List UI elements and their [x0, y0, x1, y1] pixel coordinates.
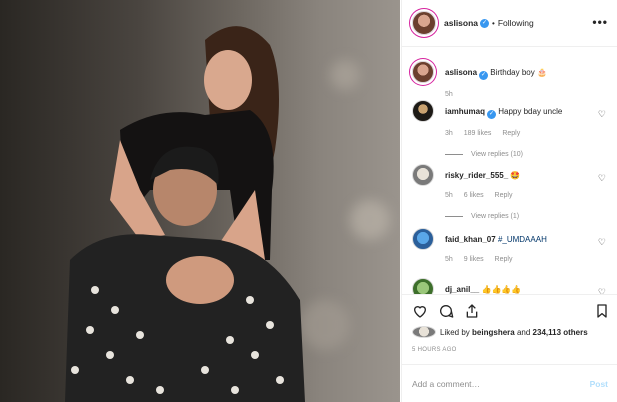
post-header: aslisona ✓ • Following •••: [402, 0, 617, 47]
comment-likes[interactable]: 6 likes: [464, 192, 484, 199]
likes-joiner: and: [516, 327, 531, 337]
add-comment-bar: Post: [402, 364, 617, 402]
comment-likes[interactable]: 189 likes: [464, 130, 492, 137]
author-avatar[interactable]: [412, 61, 434, 83]
photo-subjects: [65, 26, 305, 402]
view-replies-button[interactable]: View replies (1): [445, 211, 600, 222]
comment-username[interactable]: faid_khan_07: [445, 235, 496, 244]
caption-time[interactable]: 5h: [445, 91, 453, 98]
post-detail-panel: aslisona ✓ • Following ••• aslisona ✓ Bir…: [401, 0, 617, 402]
author-avatar[interactable]: [412, 11, 436, 35]
post-photo[interactable]: [0, 0, 400, 402]
more-icon[interactable]: •••: [592, 15, 608, 29]
liker-username[interactable]: beingshera: [472, 328, 515, 337]
post-actions: Liked by beingshera and 234,113 others 5…: [402, 294, 617, 364]
comment-heart-icon[interactable]: ♡: [598, 287, 606, 294]
bookmark-icon[interactable]: [594, 303, 610, 319]
reply-button[interactable]: Reply: [495, 192, 513, 199]
post-button[interactable]: Post: [590, 379, 608, 389]
commenter-avatar[interactable]: [412, 164, 434, 186]
commenter-avatar[interactable]: [412, 100, 434, 122]
view-replies-label: View replies (1): [471, 213, 520, 220]
likes-prefix: Liked by: [440, 327, 470, 337]
comment-icon[interactable]: [438, 303, 454, 319]
comment-username[interactable]: risky_rider_555_: [445, 171, 508, 180]
comment-text: 👍👍👍👍: [481, 285, 522, 294]
verified-icon: ✓: [487, 110, 497, 119]
share-icon[interactable]: [464, 303, 480, 319]
likes-others[interactable]: 234,113 others: [533, 328, 588, 337]
post-timestamp[interactable]: 5 HOURS AGO: [412, 347, 457, 353]
separator-dot: •: [492, 18, 495, 28]
commenter-avatar[interactable]: [412, 228, 434, 250]
comment-likes[interactable]: 9 likes: [464, 256, 484, 263]
comment-heart-icon[interactable]: ♡: [598, 109, 606, 120]
comment-time[interactable]: 3h: [445, 130, 453, 137]
likes-summary[interactable]: Liked by beingshera and 234,113 others: [412, 326, 588, 338]
comment-time[interactable]: 5h: [445, 192, 453, 199]
comment-input[interactable]: [412, 378, 590, 389]
hashtag-link[interactable]: #_UMDAAAH: [498, 235, 547, 244]
comment-username[interactable]: iamhumaq: [445, 107, 485, 116]
replies-divider: [445, 154, 463, 155]
reply-button[interactable]: Reply: [495, 256, 513, 263]
comments-list[interactable]: aslisona ✓ Birthday boy 🎂 5h iamhumaq ✓ Ha…: [402, 48, 617, 294]
caption-text: Birthday boy 🎂: [490, 68, 547, 77]
heart-icon[interactable]: [412, 303, 428, 319]
view-replies-button[interactable]: View replies (10): [445, 149, 600, 160]
comment-heart-icon[interactable]: ♡: [598, 173, 606, 184]
comment-text: 🤩: [510, 171, 521, 180]
liker-avatar: [412, 326, 436, 338]
comment-time[interactable]: 5h: [445, 256, 453, 263]
following-button[interactable]: Following: [498, 18, 534, 28]
reply-button[interactable]: Reply: [502, 130, 520, 137]
replies-divider: [445, 216, 463, 217]
comment-heart-icon[interactable]: ♡: [598, 237, 606, 248]
author-username[interactable]: aslisona: [444, 18, 478, 28]
comment-username[interactable]: dj_anil__: [445, 285, 479, 294]
caption-username[interactable]: aslisona: [445, 68, 477, 77]
comment-text: Happy bday uncle: [498, 107, 563, 116]
view-replies-label: View replies (10): [471, 151, 524, 158]
verified-icon: ✓: [480, 18, 490, 28]
verified-icon: ✓: [479, 71, 489, 80]
commenter-avatar[interactable]: [412, 278, 434, 294]
